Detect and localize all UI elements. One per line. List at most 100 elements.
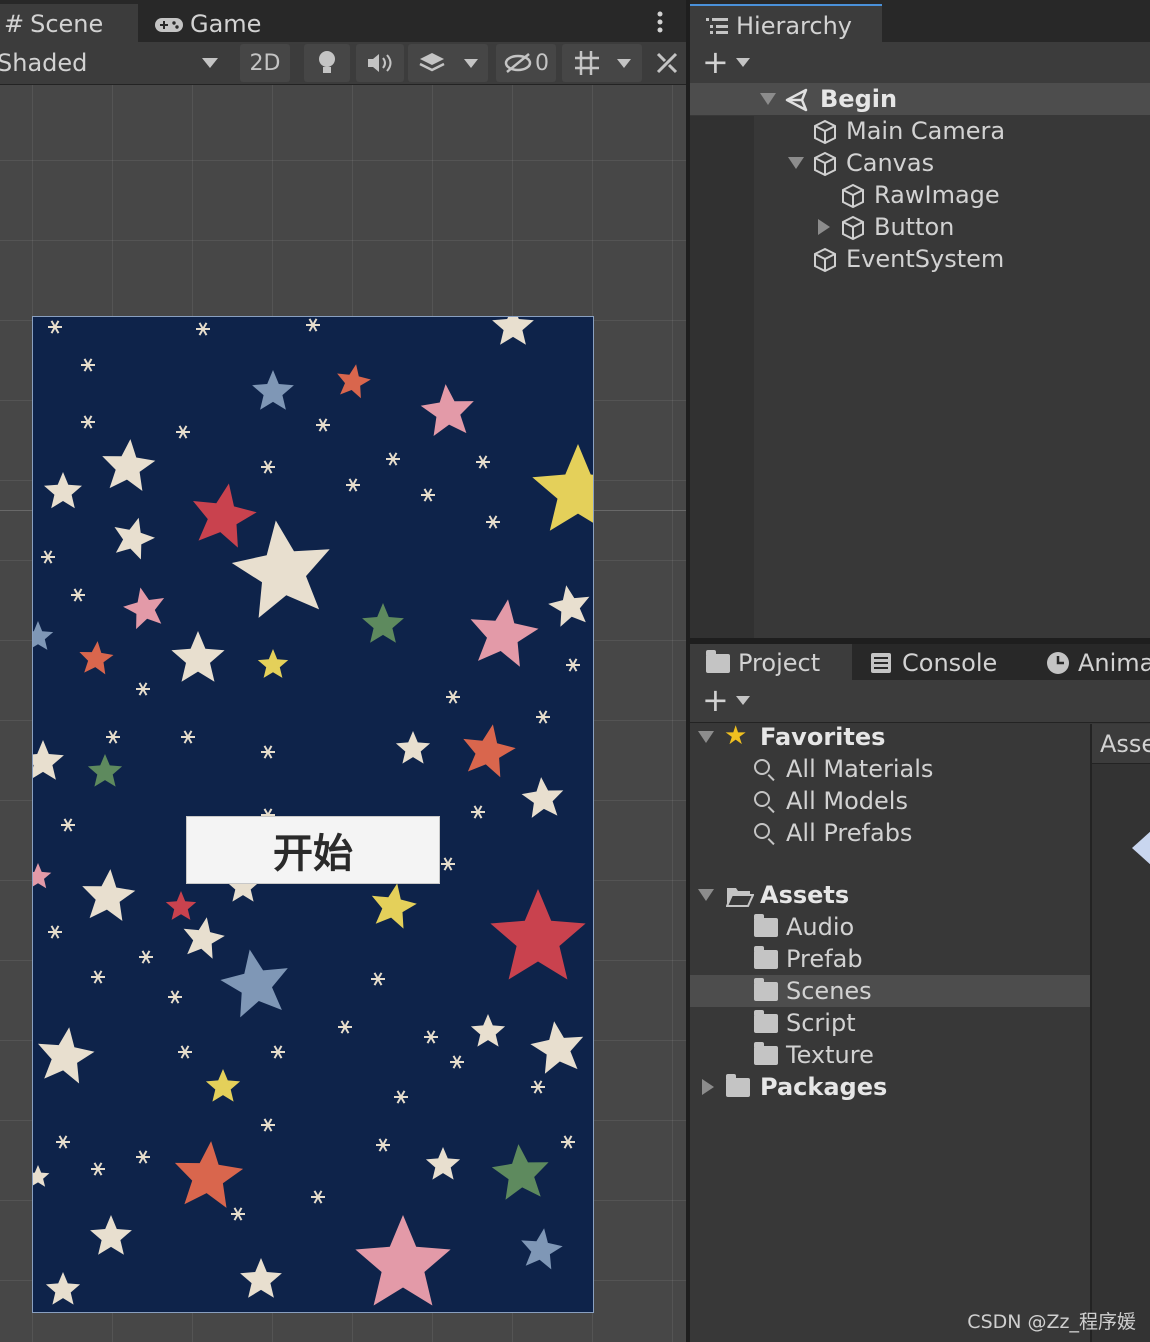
hidden-objects-toggle[interactable]: 0: [496, 44, 556, 82]
sparkle-shape: [311, 1190, 325, 1204]
project-tab-bar: Project Console Anima: [690, 644, 1150, 682]
tab-project[interactable]: Project: [690, 644, 852, 682]
star-shape: [87, 754, 123, 787]
tab-animation[interactable]: Anima: [1042, 644, 1150, 682]
scene-asset-icon[interactable]: [1132, 830, 1150, 866]
collapse-arrow-icon[interactable]: [702, 1079, 714, 1095]
sparkle-shape: [346, 478, 360, 492]
star-shape: [337, 364, 371, 399]
sparkle-shape: [450, 1055, 464, 1069]
star-shape: [420, 384, 474, 436]
folder-label: Prefab: [786, 945, 863, 973]
tools-button[interactable]: [648, 44, 686, 82]
lightbulb-icon: [319, 51, 335, 73]
hierarchy-item-main-camera[interactable]: Main Camera: [690, 115, 1150, 147]
start-button[interactable]: 开始: [186, 816, 440, 884]
hierarchy-item-eventsystem[interactable]: EventSystem: [690, 243, 1150, 275]
folder-scenes[interactable]: Scenes: [690, 975, 1090, 1007]
shading-mode-dropdown[interactable]: Shaded: [0, 44, 228, 82]
star-shape: [102, 439, 156, 491]
favorite-all-materials[interactable]: All Materials: [690, 753, 1150, 785]
folder-audio[interactable]: Audio: [690, 911, 1090, 943]
favorite-all-prefabs[interactable]: All Prefabs: [690, 817, 1150, 849]
search-icon: [754, 759, 770, 775]
folder-texture[interactable]: Texture: [690, 1039, 1090, 1071]
folder-open-icon: [726, 888, 754, 907]
favorite-all-models[interactable]: All Models: [690, 785, 1150, 817]
folder-label: Scenes: [786, 977, 872, 1005]
project-assets-view[interactable]: Asse: [1090, 724, 1150, 1342]
expand-arrow-icon[interactable]: [698, 731, 714, 743]
expand-arrow-icon[interactable]: [788, 157, 804, 169]
project-toolbar: +: [690, 680, 1150, 723]
star-shape: [33, 1165, 50, 1187]
favorite-label: All Materials: [786, 755, 934, 783]
assets-folder[interactable]: Assets: [690, 879, 1150, 911]
sparkle-shape: [91, 970, 105, 984]
search-icon: [754, 823, 770, 839]
hierarchy-item-canvas[interactable]: Canvas: [690, 147, 1150, 179]
hierarchy-item-begin[interactable]: Begin: [690, 83, 1150, 115]
sparkle-shape: [566, 658, 580, 672]
tab-console[interactable]: Console: [866, 644, 1026, 682]
hierarchy-item-button[interactable]: Button: [690, 211, 1150, 243]
folder-icon: [754, 1010, 778, 1033]
hierarchy-item-label: Button: [874, 213, 955, 241]
hierarchy-item-label: Canvas: [846, 149, 935, 177]
tab-hierarchy-label: Hierarchy: [736, 12, 853, 40]
star-shape: [470, 1014, 506, 1047]
scene-toolbar: Shaded 2D 0: [0, 42, 686, 85]
assets-breadcrumb[interactable]: Asse: [1092, 724, 1150, 764]
hierarchy-toolbar: +: [690, 42, 1150, 85]
sparkle-shape: [421, 488, 435, 502]
hierarchy-item-label: Main Camera: [846, 117, 1006, 145]
star-shape: [521, 1228, 563, 1270]
collapse-arrow-icon[interactable]: [818, 219, 830, 235]
star-shape: [45, 1272, 81, 1305]
effects-dropdown[interactable]: [408, 44, 488, 82]
lighting-toggle[interactable]: [304, 44, 350, 82]
folder-icon: [754, 978, 778, 1001]
tab-hierarchy[interactable]: Hierarchy: [690, 4, 882, 42]
sparkle-shape: [168, 990, 182, 1004]
star-shape: [33, 621, 54, 650]
sparkle-shape: [231, 1207, 245, 1221]
star-icon: ★: [724, 721, 748, 751]
folder-prefab[interactable]: Prefab: [690, 943, 1090, 975]
layers-icon: [419, 53, 445, 72]
create-dropdown[interactable]: +: [702, 681, 752, 719]
sparkle-shape: [441, 857, 455, 871]
star-shape: [174, 1141, 244, 1208]
kebab-menu-icon[interactable]: [650, 10, 670, 36]
audio-toggle[interactable]: [356, 44, 404, 82]
plus-icon: +: [702, 681, 729, 719]
star-shape: [240, 1258, 282, 1298]
favorites-section[interactable]: ★ Favorites: [690, 721, 1150, 753]
canvas-rawimage[interactable]: [32, 316, 594, 1313]
sparkle-shape: [261, 1118, 275, 1132]
gameobject-cube-icon: [842, 215, 864, 241]
hierarchy-item-rawimage[interactable]: RawImage: [690, 179, 1150, 211]
plus-icon: +: [702, 43, 729, 81]
grid-snap-icon: [575, 51, 599, 75]
tab-game[interactable]: Game: [150, 4, 280, 42]
gameobject-cube-icon: [842, 183, 864, 209]
chevron-down-icon: [617, 58, 631, 68]
star-shape: [90, 1215, 132, 1255]
star-shape: [491, 1144, 549, 1200]
sparkle-shape: [261, 745, 275, 759]
folder-script[interactable]: Script: [690, 1007, 1090, 1039]
sparkle-shape: [71, 588, 85, 602]
chevron-down-icon: [736, 58, 750, 67]
star-shape: [33, 740, 64, 780]
tab-scene[interactable]: # Scene: [0, 4, 138, 42]
grid-dropdown[interactable]: [562, 44, 642, 82]
expand-arrow-icon[interactable]: [698, 889, 714, 901]
packages-folder[interactable]: Packages: [690, 1071, 1150, 1103]
create-dropdown[interactable]: +: [702, 43, 752, 81]
chevron-down-icon: [464, 58, 478, 68]
expand-arrow-icon[interactable]: [760, 93, 776, 105]
assets-label: Assets: [760, 881, 850, 909]
toggle-2d-button[interactable]: 2D: [240, 44, 290, 82]
sparkle-shape: [81, 358, 95, 372]
